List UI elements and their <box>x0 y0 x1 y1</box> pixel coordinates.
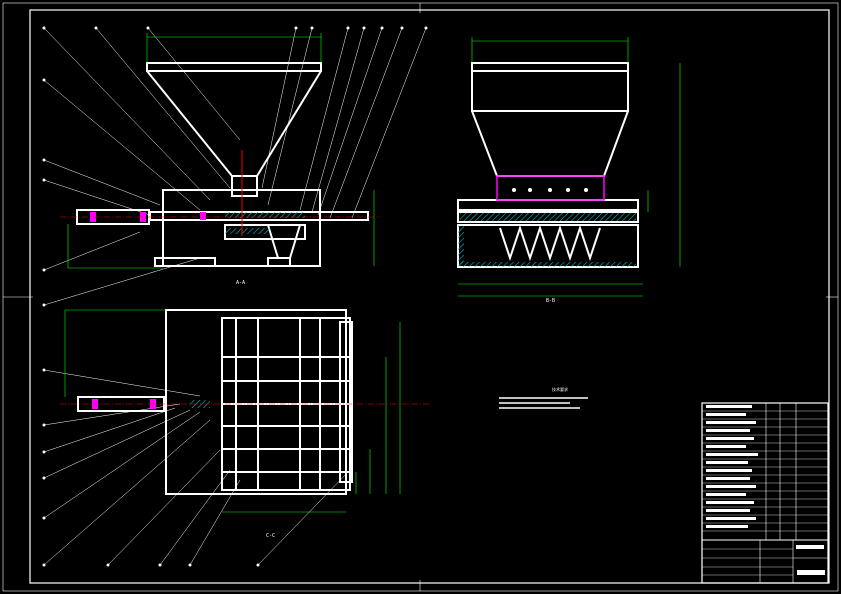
section-label-cc: C-C <box>266 533 275 539</box>
section-label-bb: B-B <box>546 298 555 304</box>
view-cc-bars <box>222 356 350 473</box>
view-bb <box>457 62 639 268</box>
drawing-canvas: A-A B-B C-C 技术要求 <box>2 2 839 592</box>
view-aa <box>76 62 369 267</box>
view-cc-details <box>60 399 430 409</box>
section-label-aa: A-A <box>236 280 245 286</box>
notes-title: 技术要求 <box>552 386 568 392</box>
view-aa-dimensions <box>67 33 375 269</box>
technical-notes: 技术要求 <box>499 386 588 409</box>
view-cc <box>77 309 353 495</box>
cad-drawing-sheet: A-A B-B C-C 技术要求 <box>0 0 841 594</box>
parts-list-text-marks <box>706 405 825 575</box>
